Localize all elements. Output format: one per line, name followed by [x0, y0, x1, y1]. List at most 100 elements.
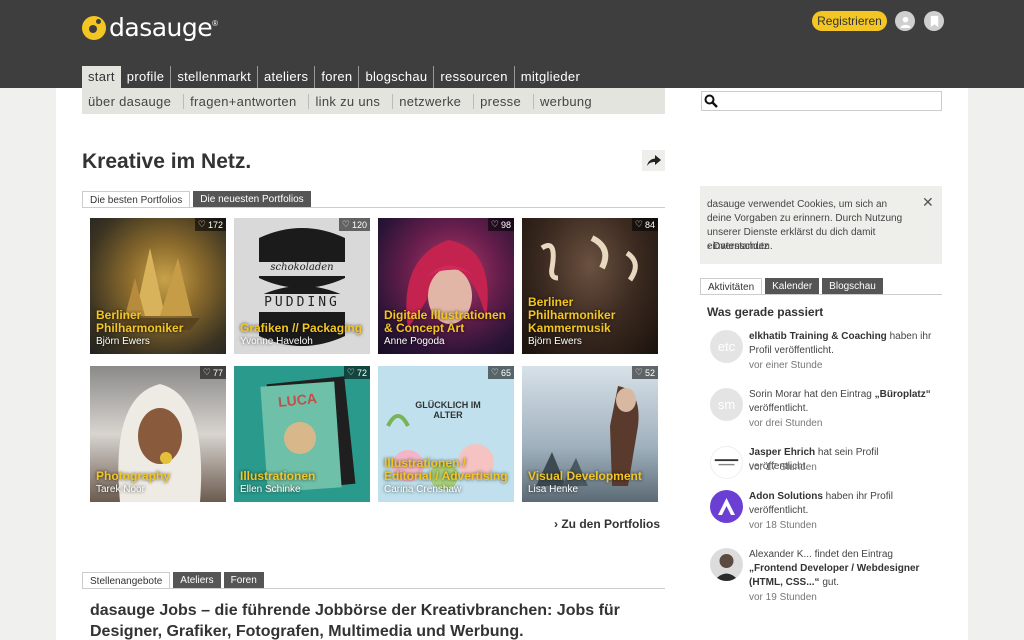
avatar: etc — [710, 330, 743, 363]
avatar — [710, 490, 743, 523]
avatar: sm — [710, 388, 743, 421]
activity-actor[interactable]: elkhatib Training & Coaching — [749, 331, 887, 342]
user-icon[interactable] — [895, 11, 915, 31]
tile-title: Visual Development — [528, 469, 642, 483]
tab-newest-portfolios[interactable]: Die neuesten Portfolios — [193, 191, 311, 207]
subnav-link[interactable]: link zu uns — [308, 93, 386, 109]
tab-divider — [82, 588, 665, 589]
tile-author: Björn Ewers — [528, 336, 582, 347]
adon-logo-icon — [718, 498, 735, 515]
portfolio-tile[interactable]: LUCA ♡ 72 Illustrationen Ellen Schinke — [234, 366, 370, 502]
tab-best-portfolios[interactable]: Die besten Portfolios — [82, 191, 191, 207]
nav-stellenmarkt[interactable]: stellenmarkt — [170, 66, 257, 88]
eye-logo-icon — [82, 15, 106, 40]
portfolios-link[interactable]: › Zu den Portfolios — [554, 517, 660, 531]
sidebar-tabs: Aktivitäten Kalender Blogschau — [700, 278, 886, 294]
tile-artwork-text: PUDDING — [264, 295, 340, 310]
portfolio-tile[interactable]: GLÜCKLICH IM ALTER ♡ 65 Illustrationen / … — [378, 366, 514, 502]
likes-count: 98 — [500, 219, 511, 230]
activity-time: vor 17 Stunden — [749, 462, 817, 473]
privacy-link-label: Datenschutz — [713, 241, 769, 252]
subnav-presse[interactable]: presse — [473, 93, 527, 109]
activity-action: gut. — [819, 577, 840, 588]
activity-actor[interactable]: Jasper Ehrich — [749, 447, 815, 458]
heart-icon: ♡ — [634, 367, 643, 377]
bookmark-icon[interactable] — [924, 11, 944, 31]
portfolio-tile[interactable]: ♡ 172 Berliner Philharmoniker Björn Ewers — [90, 218, 226, 354]
tile-artwork-text: schokoladen — [270, 262, 334, 273]
heart-icon: ♡ — [490, 367, 499, 377]
close-icon[interactable]: ✕ — [922, 194, 934, 211]
likes-badge: ♡ 84 — [631, 218, 658, 231]
nav-profile[interactable]: profile — [121, 66, 171, 88]
avatar — [710, 446, 743, 479]
portfolio-tile[interactable]: ♡ 84 Berliner Philharmoniker Kammermusik B… — [522, 218, 658, 354]
tile-title: Grafiken // Packaging — [240, 321, 363, 335]
jobs-tabs: Stellenangebote Ateliers Foren — [82, 572, 267, 588]
nav-foren[interactable]: foren — [314, 66, 358, 88]
likes-badge: ♡ 77 — [199, 366, 226, 379]
logo[interactable]: dasauge ® — [82, 13, 218, 42]
heart-icon: ♡ — [346, 367, 355, 377]
activity-actor: Alexander K... findet den Eintrag — [749, 549, 893, 560]
nav-ateliers[interactable]: ateliers — [257, 66, 314, 88]
tab-aktivitaeten[interactable]: Aktivitäten — [700, 278, 763, 294]
tile-title: Photography — [96, 469, 170, 483]
subnav-werbung[interactable]: werbung — [532, 93, 598, 109]
nav-start[interactable]: start — [82, 66, 121, 88]
activity-action: veröffentlicht. — [749, 403, 809, 414]
tab-kalender[interactable]: Kalender — [765, 278, 820, 294]
page-title: Kreative im Netz. — [82, 150, 252, 173]
likes-count: 172 — [207, 219, 223, 230]
activity-time: vor 18 Stunden — [749, 520, 817, 531]
likes-count: 72 — [356, 367, 367, 378]
tile-author: Anne Pogoda — [384, 336, 445, 347]
subnav-ueber[interactable]: über dasauge — [82, 94, 177, 109]
tab-stellenangebote[interactable]: Stellenangebote — [82, 572, 171, 588]
likes-badge: ♡ 172 — [194, 218, 226, 231]
activity-time: vor einer Stunde — [749, 360, 823, 371]
activity-entry[interactable]: „Büroplatz“ — [875, 389, 931, 400]
subnav-netzwerke[interactable]: netzwerke — [392, 93, 467, 109]
brand-mark: ® — [212, 19, 219, 28]
tab-blogschau[interactable]: Blogschau — [822, 278, 883, 294]
likes-count: 52 — [644, 367, 655, 378]
heart-icon: ♡ — [490, 219, 499, 229]
activity-text: elkhatib Training & Coaching haben ihr P… — [749, 330, 939, 358]
share-icon — [646, 154, 661, 166]
portfolio-tile[interactable]: schokoladen PUDDING ♡ 120 Grafiken // Pac… — [234, 218, 370, 354]
share-button[interactable] — [642, 150, 665, 171]
register-button[interactable]: Registrieren — [812, 11, 887, 31]
tab-ateliers[interactable]: Ateliers — [173, 572, 221, 588]
search-input[interactable] — [701, 91, 942, 111]
tile-title: Berliner Philharmoniker Kammermusik — [528, 295, 616, 335]
activity-actor[interactable]: Adon Solutions — [749, 491, 823, 502]
tile-title: Berliner Philharmoniker — [96, 308, 184, 335]
privacy-link[interactable]: › Datenschutz — [707, 241, 769, 252]
nav-ressourcen[interactable]: ressourcen — [433, 66, 513, 88]
tab-foren[interactable]: Foren — [223, 572, 264, 588]
activity-text: Adon Solutions haben ihr Profil veröffen… — [749, 490, 939, 518]
tile-author: Ellen Schinke — [240, 484, 301, 495]
portfolio-tile[interactable]: ♡ 98 Digitale Illustrationen & Concept Ar… — [378, 218, 514, 354]
nav-blogschau[interactable]: blogschau — [358, 66, 433, 88]
tile-author: Björn Ewers — [96, 336, 150, 347]
avatar — [710, 548, 743, 581]
subnav-faq[interactable]: fragen+antworten — [183, 93, 302, 109]
cookie-notice: dasauge verwendet Cookies, um sich an de… — [700, 186, 942, 264]
portfolio-tile[interactable]: ♡ 77 Photography Tarek Noor — [90, 366, 226, 502]
jobs-heading: dasauge Jobs – die führende Jobbörse der… — [90, 602, 620, 640]
heart-icon: ♡ — [197, 219, 206, 229]
portfolio-tile[interactable]: ♡ 52 Visual Development Lisa Henke — [522, 366, 658, 502]
activity-time: vor 19 Stunden — [749, 592, 817, 603]
tile-title: Digitale Illustrationen & Concept Art — [384, 308, 507, 335]
nav-mitglieder[interactable]: mitglieder — [513, 66, 586, 88]
likes-badge: ♡ 65 — [487, 366, 514, 379]
person-photo-icon — [714, 554, 739, 581]
tile-author: Carina Crenshaw — [384, 484, 462, 495]
likes-badge: ♡ 52 — [631, 366, 658, 379]
likes-badge: ♡ 120 — [338, 218, 370, 231]
likes-count: 65 — [500, 367, 511, 378]
jasper-logo-icon — [714, 459, 739, 466]
brand-name: dasauge — [109, 13, 213, 42]
